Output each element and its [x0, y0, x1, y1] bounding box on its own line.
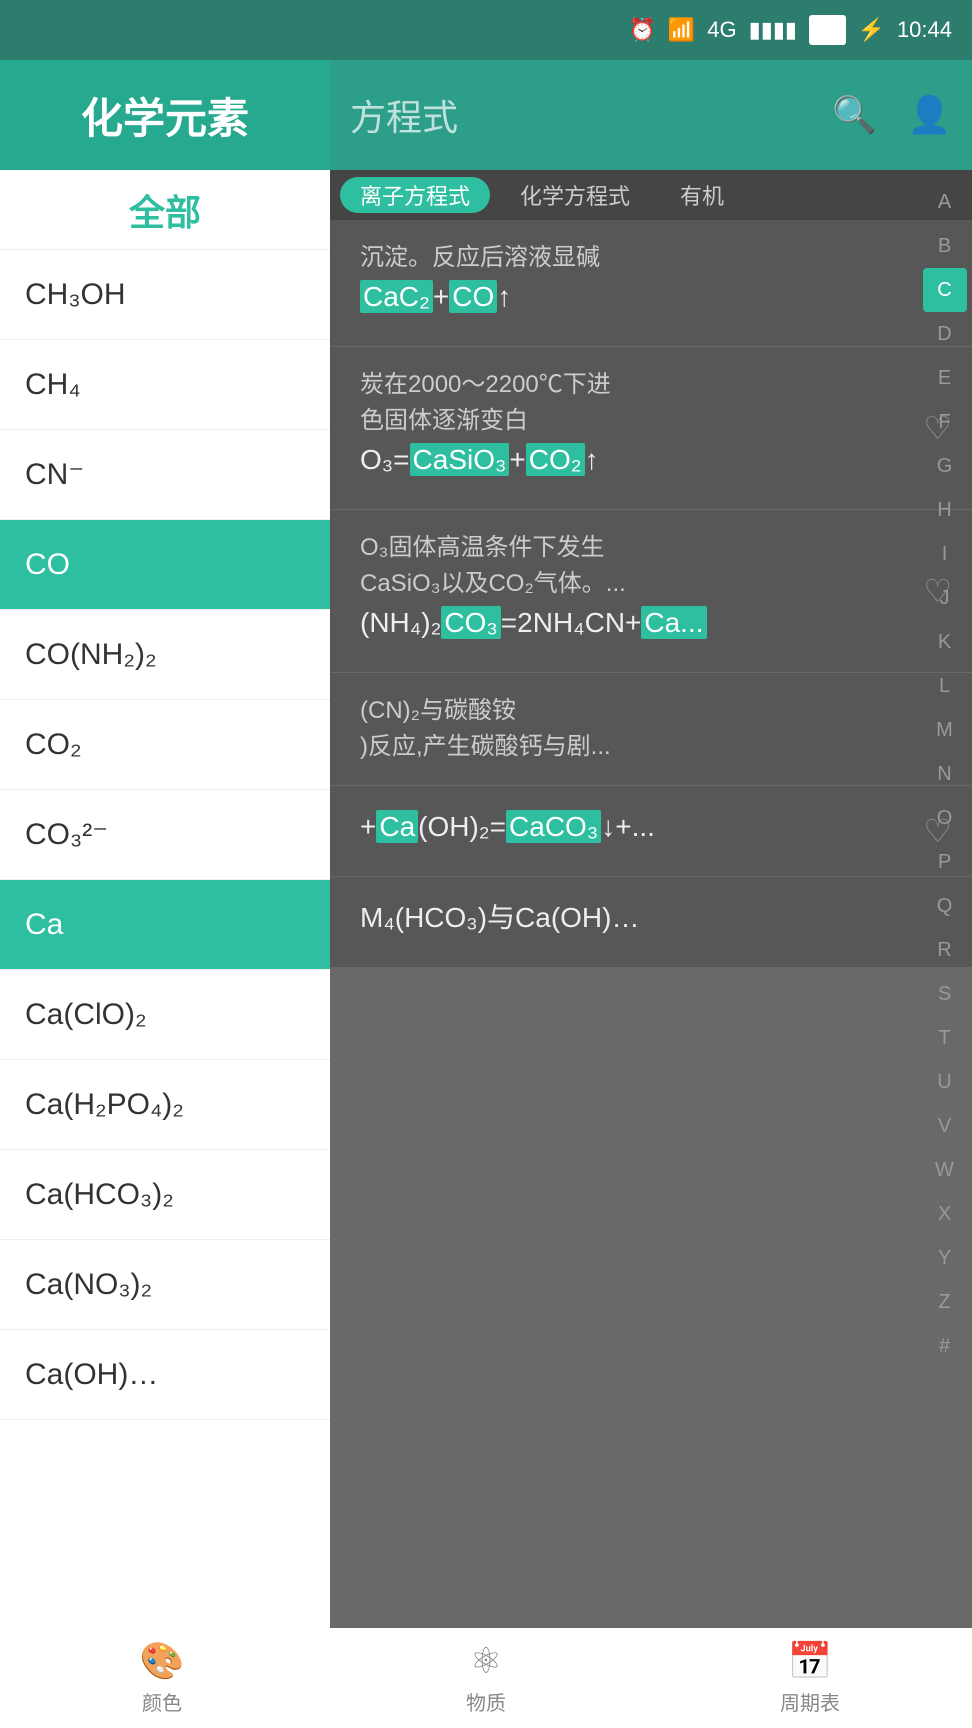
list-item-caclo2[interactable]: Ca(ClO)₂ [0, 970, 330, 1060]
list-item-cano32[interactable]: Ca(NO₃)₂ [0, 1240, 330, 1330]
result-1-highlight-cac2: CaC₂ [360, 280, 433, 313]
list-item-co[interactable]: CO [0, 520, 330, 610]
result-1-highlight-co: CO [449, 280, 497, 313]
main-area: 全部 CH₃OH CH₄ CN⁻ CO CO(NH₂)₂ CO₂ CO₃²⁻ C… [0, 170, 972, 1628]
result-item-2[interactable]: 炭在2000～2200℃下进 色固体逐渐变白 O₃=CaSiO₃+CO₂↑ ♡ [330, 347, 972, 510]
result-item-6[interactable]: M₄(HCO₃)与Ca(OH)… [330, 877, 972, 968]
left-panel: 全部 CH₃OH CH₄ CN⁻ CO CO(NH₂)₂ CO₂ CO₃²⁻ C… [0, 170, 330, 1628]
list-item-ca[interactable]: Ca [0, 880, 330, 970]
result-item-3[interactable]: O₃固体高温条件下发生 CaSiO₃以及CO₂气体。... (NH₄)₂CO₃=… [330, 510, 972, 673]
list-item-cahco32[interactable]: Ca(HCO₃)₂ [0, 1150, 330, 1240]
result-4-desc1: (CN)₂与碳酸铵 [360, 693, 942, 729]
result-3-formula: (NH₄)₂CO₃=2NH₄CN+Ca... [360, 602, 942, 644]
result-2-desc2: 色固体逐渐变白 [360, 403, 942, 439]
tab-ion-equation[interactable]: 离子方程式 [340, 177, 490, 213]
result-6-formula: M₄(HCO₃)与Ca(OH)… [360, 897, 942, 939]
result-3-desc1: O₃固体高温条件下发生 [360, 530, 942, 566]
result-3-desc2: CaSiO₃以及CO₂气体。... [360, 566, 942, 602]
battery-level: 17 [809, 15, 845, 45]
tabs-row: 离子方程式 化学方程式 有机 [330, 170, 972, 220]
right-panel: 离子方程式 化学方程式 有机 沉淀。反应后溶液显碱 CaC₂+CO↑ ♡ 炭在2… [330, 170, 972, 1628]
app-title: 化学元素 [81, 85, 249, 146]
header-left: 化学元素 [0, 60, 330, 170]
color-label: 颜色 [142, 1687, 182, 1716]
result-5-formula: +Ca(OH)₂=CaCO₃↓+... [360, 806, 942, 848]
result-4-desc2: )反应,产生碳酸钙与剧... [360, 729, 942, 765]
header-right: 方程式 🔍 👤 [330, 60, 972, 170]
result-3-highlight-co3: CO₃ [441, 606, 500, 639]
result-1-formula: CaC₂+CO↑ [360, 276, 942, 318]
time-label: 10:44 [897, 17, 952, 43]
nav-item-matter[interactable]: ⚛ 物质 [324, 1640, 648, 1716]
category-header: 全部 [0, 170, 330, 250]
result-5-highlight-ca: Ca [376, 810, 418, 843]
periodic-label: 周期表 [780, 1687, 840, 1716]
periodic-icon: 📅 [788, 1640, 833, 1682]
result-3-highlight-ca: Ca... [641, 606, 706, 639]
list-item-cah2po42[interactable]: Ca(H₂PO₄)₂ [0, 1060, 330, 1150]
result-2-desc1: 炭在2000～2200℃下进 [360, 367, 942, 403]
header: 化学元素 方程式 🔍 👤 [0, 60, 972, 170]
wifi-icon: 📶 [668, 17, 695, 43]
matter-label: 物质 [466, 1687, 506, 1716]
tab-organic[interactable]: 有机 [660, 177, 744, 213]
user-icon[interactable]: 👤 [907, 94, 952, 136]
signal-label: 4G [707, 17, 736, 43]
tab-chem-equation[interactable]: 化学方程式 [500, 177, 650, 213]
equation-tab[interactable]: 方程式 [350, 89, 458, 141]
list-item-ch3oh[interactable]: CH₃OH [0, 250, 330, 340]
list-item-co32-[interactable]: CO₃²⁻ [0, 790, 330, 880]
battery-charging-icon: ⚡ [858, 17, 885, 43]
nav-item-periodic[interactable]: 📅 周期表 [648, 1640, 972, 1716]
signal-bars-icon: ▮▮▮▮ [749, 17, 797, 43]
list-item-cn-[interactable]: CN⁻ [0, 430, 330, 520]
category-label[interactable]: 全部 [129, 184, 201, 236]
color-icon: 🎨 [140, 1640, 185, 1682]
result-1-desc: 沉淀。反应后溶液显碱 [360, 240, 942, 276]
status-bar: ⏰ 📶 4G ▮▮▮▮ 17 ⚡ 10:44 [0, 0, 972, 60]
list-item-co2[interactable]: CO₂ [0, 700, 330, 790]
list-item-ch4[interactable]: CH₄ [0, 340, 330, 430]
list-item-conh22[interactable]: CO(NH₂)₂ [0, 610, 330, 700]
search-icon[interactable]: 🔍 [832, 94, 877, 136]
clock-icon: ⏰ [628, 17, 655, 43]
list-item-caoh[interactable]: Ca(OH)… [0, 1330, 330, 1420]
result-2-highlight-casio3: CaSiO₃ [410, 443, 510, 476]
matter-icon: ⚛ [470, 1640, 502, 1682]
result-item-1[interactable]: 沉淀。反应后溶液显碱 CaC₂+CO↑ ♡ [330, 220, 972, 347]
nav-item-color[interactable]: 🎨 颜色 [0, 1640, 324, 1716]
result-item-5[interactable]: +Ca(OH)₂=CaCO₃↓+... ♡ [330, 786, 972, 877]
header-actions: 🔍 👤 [832, 94, 952, 136]
result-2-formula: O₃=CaSiO₃+CO₂↑ [360, 439, 942, 481]
bottom-nav: 🎨 颜色 ⚛ 物质 📅 周期表 [0, 1628, 972, 1728]
result-2-highlight-co2: CO₂ [526, 443, 585, 476]
result-5-highlight-caco3: CaCO₃ [506, 810, 601, 843]
result-item-4[interactable]: (CN)₂与碳酸铵 )反应,产生碳酸钙与剧... [330, 673, 972, 786]
